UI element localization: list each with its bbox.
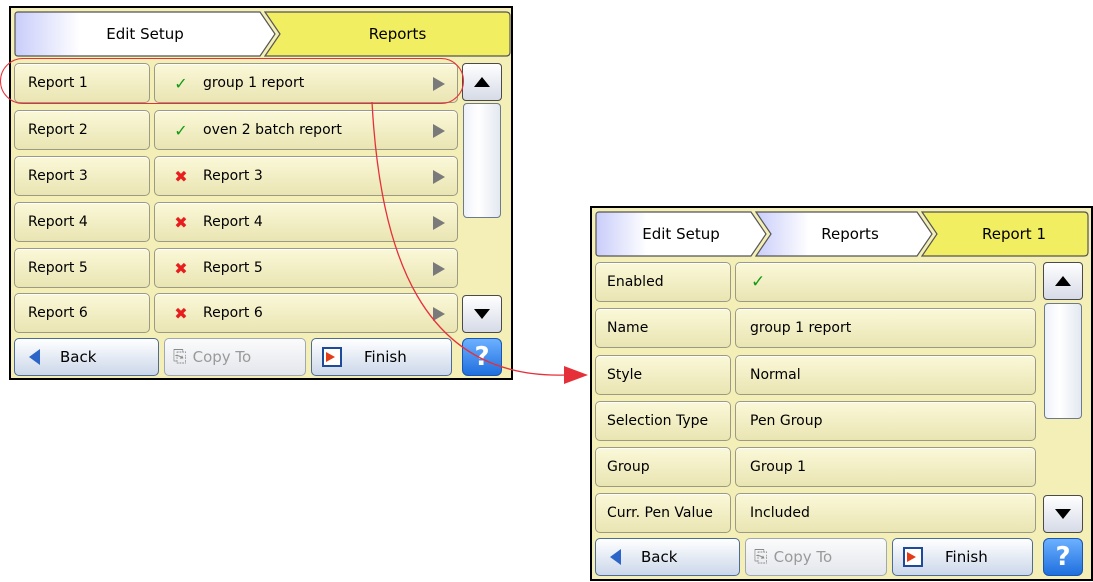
scrollbar[interactable]	[1043, 262, 1083, 533]
row-label-button[interactable]: Group	[595, 447, 731, 487]
play-arrow-icon	[433, 216, 445, 230]
copy-to-label: Copy To	[192, 348, 252, 366]
row-label-button[interactable]: Report 4	[14, 202, 150, 242]
row-label-button[interactable]: Report 5	[14, 248, 150, 288]
connector-arrowhead	[564, 366, 588, 384]
breadcrumb: Edit Setup Reports	[14, 11, 511, 57]
row-label-button[interactable]: Curr. Pen Value	[595, 493, 731, 533]
row-label-button[interactable]: Report 3	[14, 156, 150, 196]
finish-label: Finish	[945, 548, 988, 566]
row-label-button[interactable]: Report 6	[14, 293, 150, 333]
check-icon: ✓	[174, 120, 188, 140]
cross-icon: ✖	[174, 212, 188, 232]
finish-button[interactable]: Finish	[311, 338, 452, 376]
scroll-down-button[interactable]	[1043, 495, 1083, 533]
breadcrumb-label: Edit Setup	[642, 225, 720, 243]
play-arrow-icon	[433, 124, 445, 138]
scroll-up-button[interactable]	[1043, 262, 1083, 300]
row-value-button[interactable]: ✖ Report 6	[154, 293, 458, 333]
row-value: Report 4	[203, 214, 263, 230]
breadcrumb-reports[interactable]: Reports	[755, 211, 933, 257]
copy-to-button[interactable]: ⎘ Copy To	[745, 538, 887, 576]
down-arrow-icon	[474, 309, 490, 319]
play-arrow-icon	[433, 307, 445, 321]
exit-door-icon	[903, 547, 923, 567]
row-label-button[interactable]: Style	[595, 355, 731, 395]
row-value: Report 6	[203, 305, 263, 321]
up-arrow-icon	[474, 77, 490, 87]
report-detail-screen: Edit Setup Reports Report 1 Enabled ✓ Na…	[590, 206, 1093, 581]
copy-to-label: Copy To	[773, 548, 833, 566]
row-label-button[interactable]: Selection Type	[595, 401, 731, 441]
copy-icon: ⎘	[173, 347, 187, 367]
breadcrumb-label: Report 1	[981, 225, 1047, 243]
scrollbar[interactable]	[462, 63, 502, 333]
help-icon: ?	[474, 342, 490, 372]
scroll-down-button[interactable]	[462, 295, 502, 333]
breadcrumb-report-1[interactable]: Report 1	[921, 211, 1089, 257]
row-value: oven 2 batch report	[203, 122, 342, 138]
bottom-toolbar: Back ⎘ Copy To Finish ?	[14, 338, 508, 376]
breadcrumb-label: Edit Setup	[106, 25, 184, 43]
cross-icon: ✖	[174, 258, 188, 278]
breadcrumb: Edit Setup Reports Report 1	[595, 211, 1089, 257]
cross-icon: ✖	[174, 303, 188, 323]
scroll-up-button[interactable]	[462, 63, 502, 101]
exit-door-icon	[322, 347, 342, 367]
back-button[interactable]: Back	[595, 538, 740, 576]
copy-icon: ⎘	[754, 547, 768, 567]
check-icon: ✓	[751, 272, 766, 292]
row-value: Report 5	[203, 260, 263, 276]
row-value-button[interactable]: ✖ Report 4	[154, 202, 458, 242]
row-label-button[interactable]: Report 2	[14, 110, 150, 150]
play-arrow-icon	[433, 170, 445, 184]
row-value-button[interactable]: ✖ Report 5	[154, 248, 458, 288]
breadcrumb-reports[interactable]: Reports	[264, 11, 511, 57]
scroll-thumb[interactable]	[1044, 303, 1082, 419]
row-label-button[interactable]: Name	[595, 308, 731, 348]
help-button[interactable]: ?	[462, 338, 502, 376]
finish-button[interactable]: Finish	[892, 538, 1033, 576]
back-label: Back	[641, 548, 678, 566]
row-value: Report 3	[203, 168, 263, 184]
down-arrow-icon	[1055, 509, 1071, 519]
help-button[interactable]: ?	[1043, 538, 1083, 576]
row-value-button[interactable]: Normal	[735, 355, 1036, 395]
row-value-button[interactable]: Included	[735, 493, 1036, 533]
breadcrumb-edit-setup[interactable]: Edit Setup	[14, 11, 276, 57]
breadcrumb-label: Reports	[821, 225, 879, 243]
row-label-button[interactable]: Enabled	[595, 262, 731, 302]
up-arrow-icon	[1055, 276, 1071, 286]
row-value-button[interactable]: ✓ oven 2 batch report	[154, 110, 458, 150]
row-value-button[interactable]: Group 1	[735, 447, 1036, 487]
row-value-button[interactable]: ✖ Report 3	[154, 156, 458, 196]
copy-to-button[interactable]: ⎘ Copy To	[164, 338, 306, 376]
back-arrow-icon	[29, 349, 40, 365]
row-value-button[interactable]: Pen Group	[735, 401, 1036, 441]
breadcrumb-edit-setup[interactable]: Edit Setup	[595, 211, 767, 257]
breadcrumb-label: Reports	[368, 25, 427, 43]
play-arrow-icon	[433, 262, 445, 276]
row-value-button[interactable]: group 1 report	[735, 308, 1036, 348]
bottom-toolbar: Back ⎘ Copy To Finish ?	[595, 538, 1088, 576]
back-label: Back	[60, 348, 97, 366]
highlight-ring	[0, 58, 464, 104]
cross-icon: ✖	[174, 166, 188, 186]
back-arrow-icon	[610, 549, 621, 565]
back-button[interactable]: Back	[14, 338, 159, 376]
finish-label: Finish	[364, 348, 407, 366]
help-icon: ?	[1055, 542, 1071, 572]
scroll-thumb[interactable]	[463, 103, 501, 218]
row-value-button[interactable]: ✓	[735, 262, 1036, 302]
